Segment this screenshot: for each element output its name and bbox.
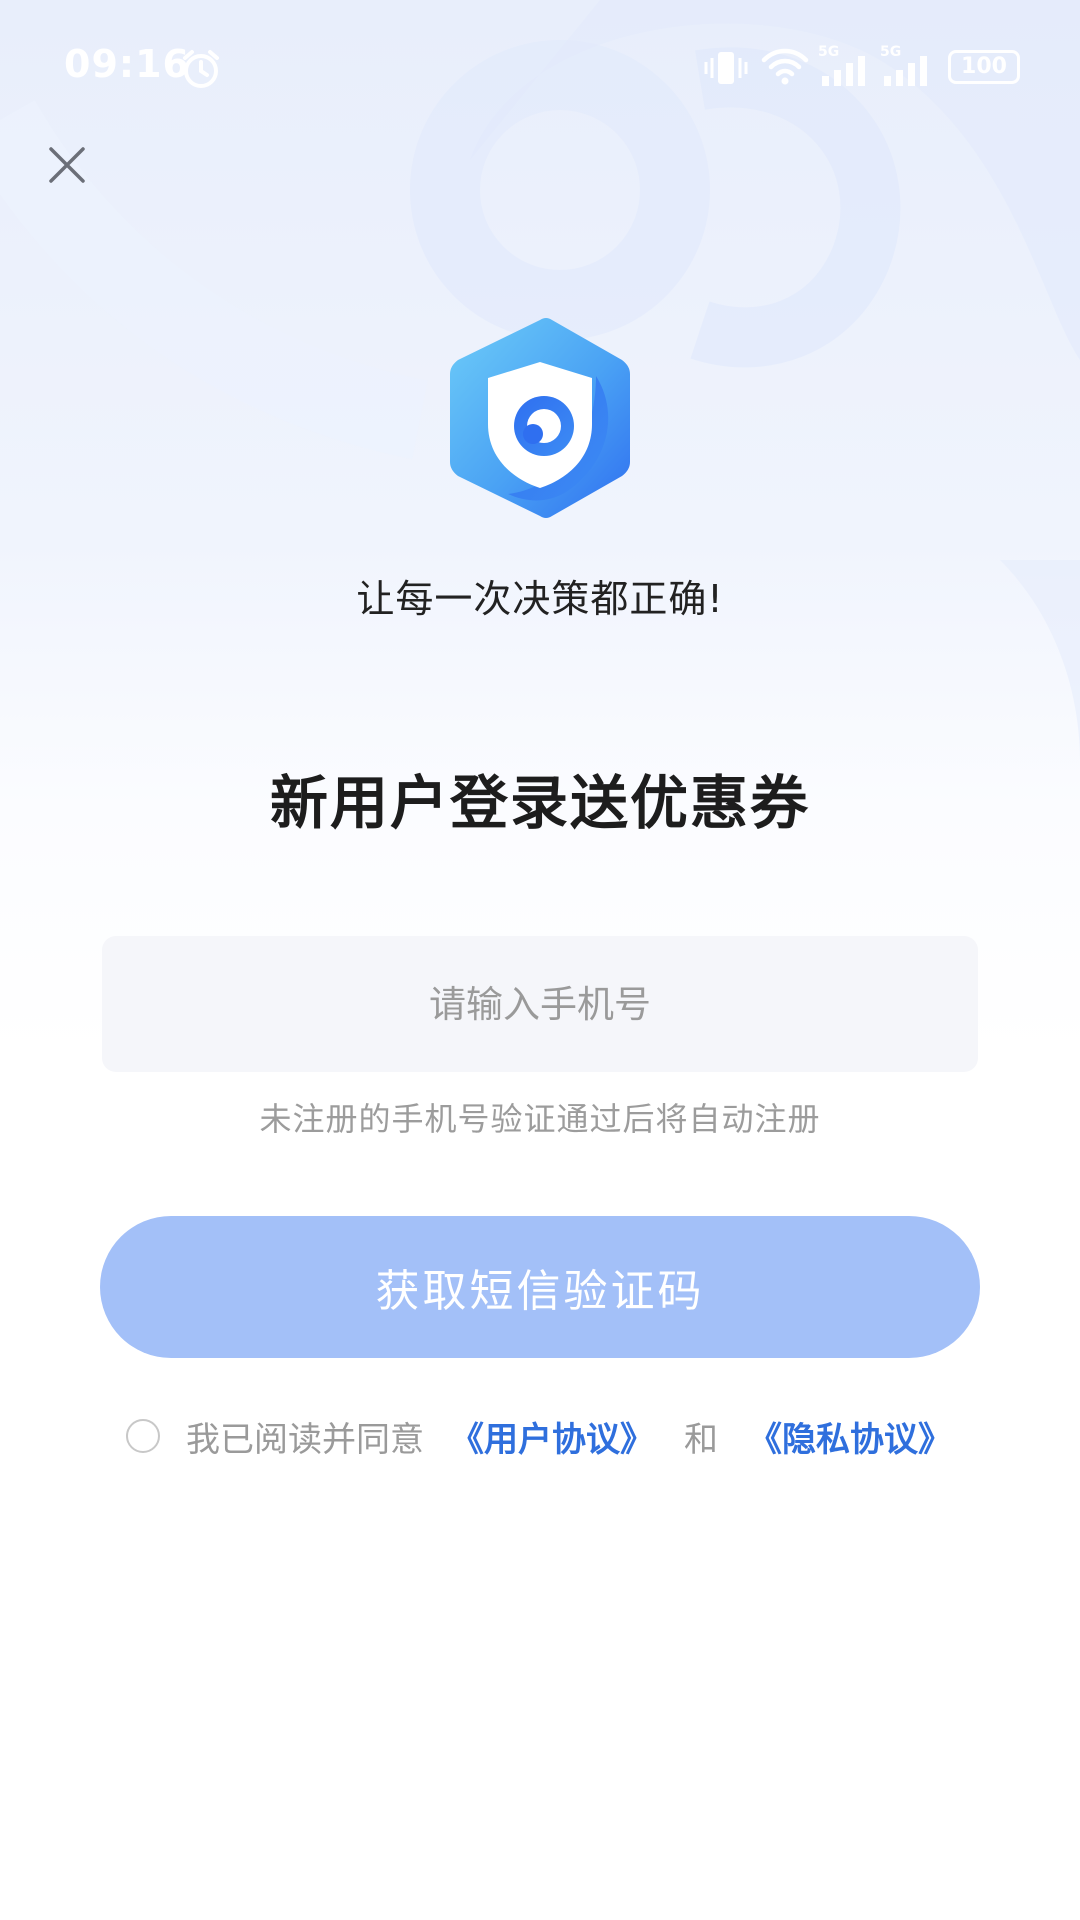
- privacy-policy-link[interactable]: 《隐私协议》: [748, 1412, 952, 1461]
- signal-icon: 5G: [818, 44, 874, 88]
- wifi-icon: [761, 48, 809, 85]
- alarm-icon: [183, 50, 219, 88]
- signal-icon: 5G: [880, 44, 936, 88]
- user-agreement-link[interactable]: 《用户协议》: [450, 1412, 654, 1461]
- eye-shield-hexagon-logo: [450, 318, 630, 518]
- agreement-and: 和: [684, 1419, 718, 1460]
- page-title: 新用户登录送优惠券: [269, 769, 810, 837]
- battery-level: 100: [961, 54, 1007, 79]
- status-bar: 09:16 5G 5G 100: [0, 0, 1080, 135]
- close-button[interactable]: [40, 138, 94, 192]
- status-time: 09:16: [64, 42, 190, 86]
- agreement-prefix: 我已阅读并同意: [186, 1419, 424, 1460]
- battery-icon: 100: [948, 50, 1020, 84]
- slogan: 让每一次决策都正确!: [356, 577, 724, 621]
- agreement-row: 我已阅读并同意 《用户协议》 和 《隐私协议》: [126, 1410, 952, 1462]
- phone-input[interactable]: [102, 936, 978, 1072]
- close-icon: [49, 147, 85, 183]
- agree-checkbox[interactable]: [126, 1419, 160, 1453]
- vibrate-icon: [704, 52, 748, 84]
- get-sms-code-button[interactable]: 获取短信验证码: [100, 1216, 980, 1358]
- register-hint: 未注册的手机号验证通过后将自动注册: [259, 1100, 821, 1138]
